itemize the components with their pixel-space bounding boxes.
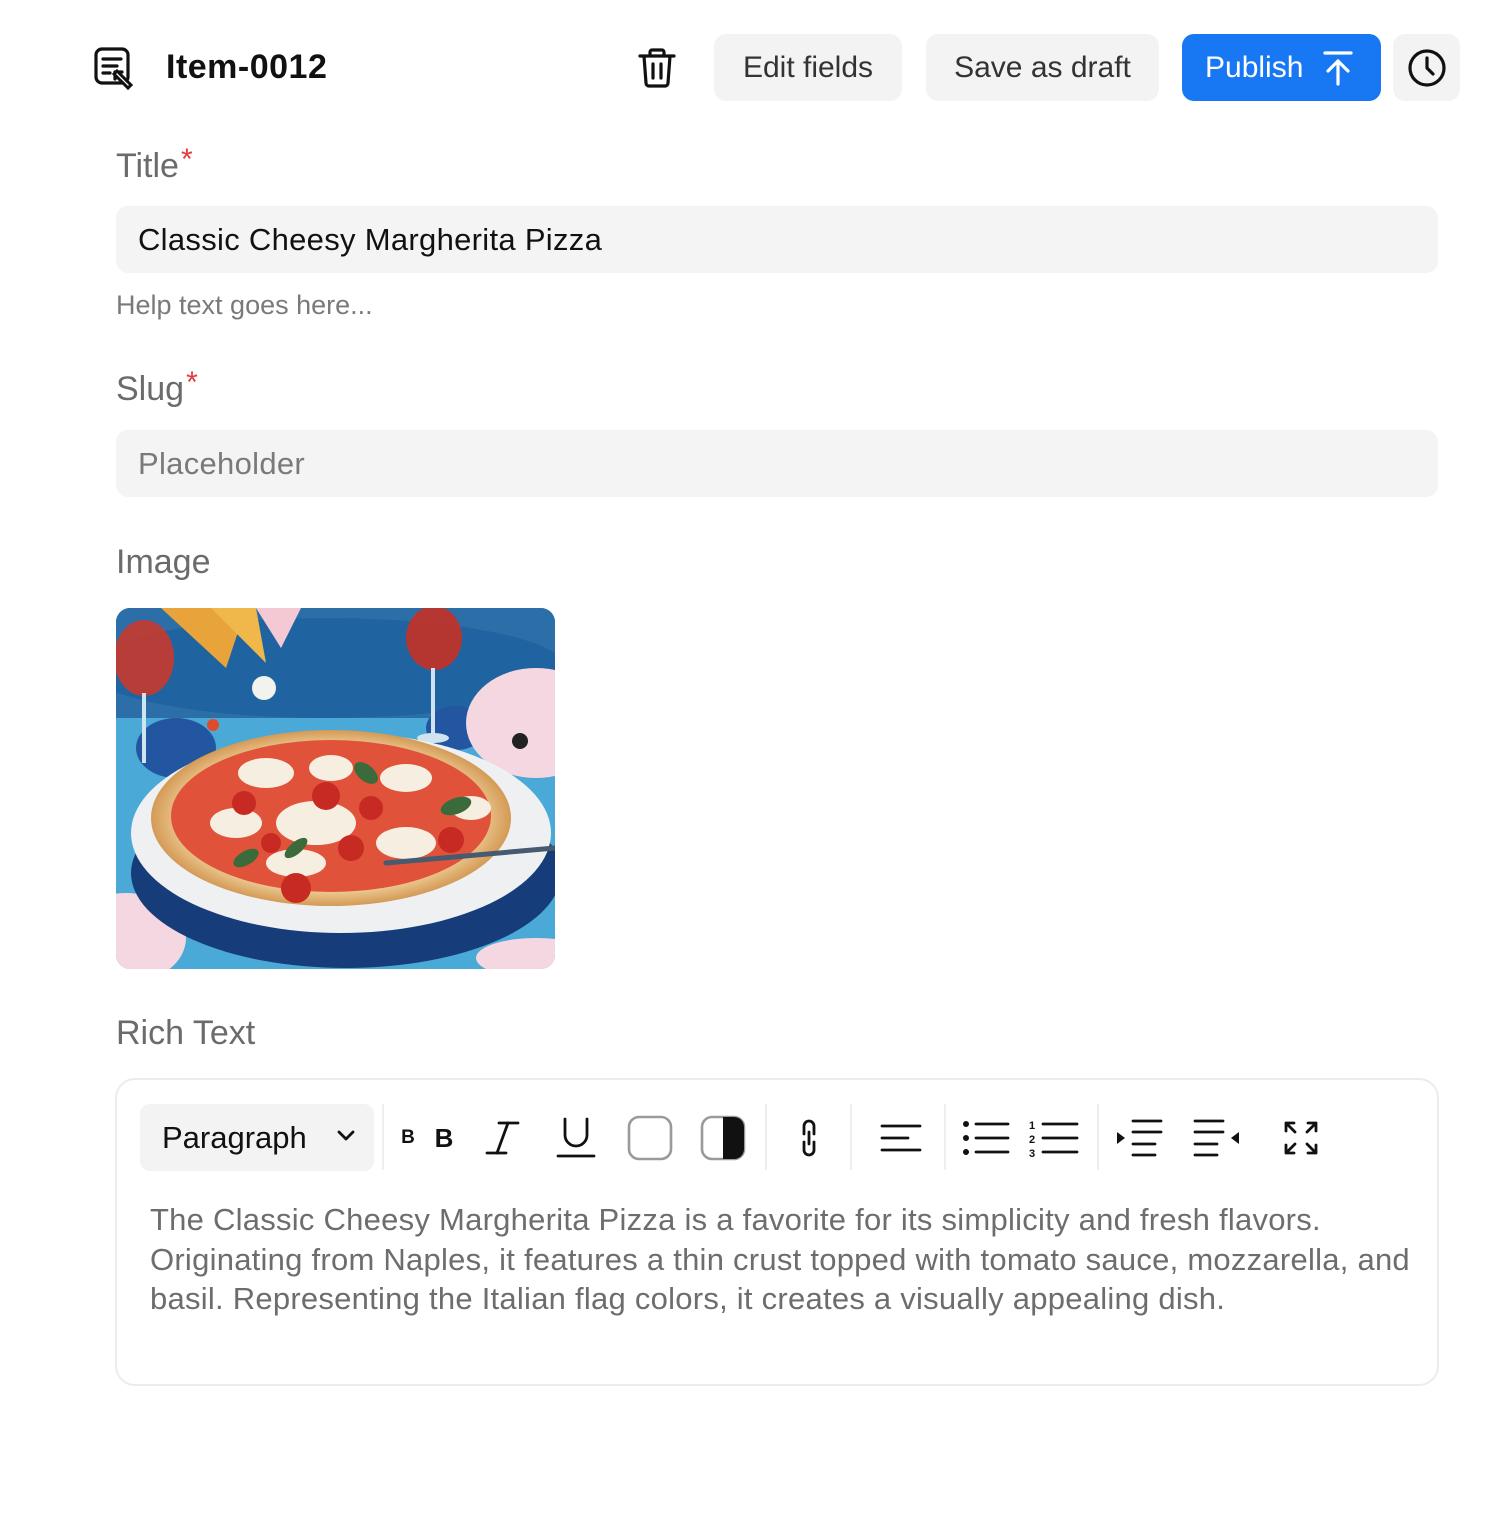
title-label: Title* — [116, 143, 193, 188]
save-draft-button[interactable]: Save as draft — [926, 34, 1159, 101]
toolbar-divider — [944, 1104, 946, 1170]
clock-icon — [1407, 48, 1446, 87]
outdent-icon[interactable] — [1193, 1110, 1241, 1166]
title-label-text: Title — [116, 147, 179, 185]
trash-icon[interactable] — [636, 47, 678, 89]
text-color-icon[interactable] — [627, 1110, 673, 1166]
slug-input[interactable]: Placeholder — [116, 430, 1438, 497]
slug-label-text: Slug — [116, 370, 185, 408]
rich-text-content[interactable]: The Classic Cheesy Margherita Pizza is a… — [150, 1200, 1420, 1319]
toolbar-divider — [765, 1104, 767, 1170]
font-size-small-icon[interactable]: B — [399, 1110, 417, 1166]
history-button[interactable] — [1393, 34, 1460, 101]
toolbar-divider — [382, 1104, 384, 1170]
indent-icon[interactable] — [1115, 1110, 1163, 1166]
rich-text-label: Rich Text — [116, 1014, 256, 1052]
toolbar-divider — [1097, 1104, 1099, 1170]
slug-label: Slug* — [116, 366, 198, 411]
block-type-value: Paragraph — [162, 1119, 307, 1155]
pizza-illustration — [116, 608, 555, 969]
image-label: Image — [116, 543, 211, 581]
link-icon[interactable] — [797, 1110, 821, 1166]
title-help-text: Help text goes here... — [116, 290, 373, 320]
svg-text:2: 2 — [1029, 1134, 1035, 1146]
svg-text:1: 1 — [1029, 1120, 1035, 1132]
bold-icon[interactable]: B — [432, 1110, 456, 1166]
highlight-color-icon[interactable] — [700, 1110, 746, 1166]
chevron-down-icon — [337, 1130, 355, 1141]
pizza-image[interactable] — [116, 608, 555, 969]
svg-text:3: 3 — [1029, 1148, 1035, 1158]
publish-button[interactable]: Publish — [1182, 34, 1381, 101]
required-mark: * — [180, 143, 193, 176]
item-title: Item-0012 — [166, 48, 328, 86]
document-edit-icon — [94, 47, 134, 90]
italic-icon[interactable] — [483, 1110, 523, 1166]
fullscreen-icon[interactable] — [1283, 1110, 1319, 1166]
arrow-up-to-line-icon — [1323, 50, 1354, 86]
block-type-select[interactable]: Paragraph — [140, 1104, 374, 1171]
required-mark: * — [186, 366, 198, 399]
publish-label: Publish — [1205, 50, 1304, 84]
bullet-list-icon[interactable] — [962, 1110, 1010, 1166]
editor-header: Item-0012 Edit fields Save as draft Publ… — [0, 0, 1505, 135]
numbered-list-icon[interactable]: 1 2 3 — [1029, 1110, 1079, 1166]
title-input[interactable]: Classic Cheesy Margherita Pizza — [116, 206, 1438, 273]
align-left-icon[interactable] — [880, 1110, 922, 1166]
underline-icon[interactable] — [555, 1110, 597, 1166]
rich-text-editor: Paragraph B B 1 2 3 The Classic Cheesy M… — [115, 1078, 1439, 1386]
edit-fields-button[interactable]: Edit fields — [714, 34, 902, 101]
toolbar-divider — [850, 1104, 852, 1170]
